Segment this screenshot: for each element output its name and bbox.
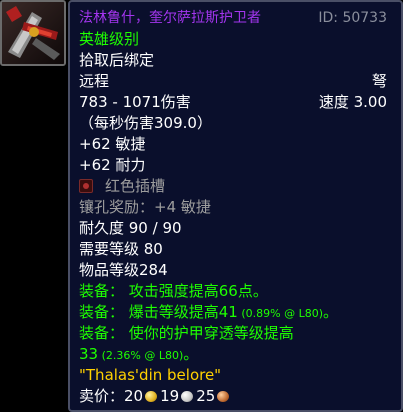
copper-coin-icon	[217, 391, 230, 402]
item-quality: 英雄级别	[79, 30, 140, 48]
sell-gold: 20	[124, 387, 144, 405]
equip-effect-3: 装备： 使你的护甲穿透等级提高	[79, 324, 294, 342]
socket-row: 红色插槽	[79, 176, 393, 197]
equip-effect-3-cont: 33 (2.36% @ L80)。	[79, 344, 393, 365]
stat-stamina: +62 耐力	[79, 156, 146, 174]
equip-effect-1: 装备： 攻击强度提高66点。	[79, 282, 268, 300]
item-dps: （每秒伤害309.0）	[79, 114, 212, 132]
equip-effect-3-pct: (2.36% @ L80)	[98, 349, 184, 362]
durability: 耐久度 90 / 90	[79, 219, 182, 237]
item-level: 物品等级284	[79, 261, 168, 279]
equip-effect-3-end: 。	[183, 345, 199, 363]
sell-copper: 25	[196, 387, 216, 405]
damage-row: 783 - 1071伤害 速度 3.00	[79, 92, 393, 113]
item-title-row: 法林鲁什，奎尔萨拉斯护卫者 ID: 50733	[79, 8, 393, 29]
required-level: 需要等级 80	[79, 240, 163, 258]
equip-effect-2-end: 。	[323, 303, 339, 321]
item-damage: 783 - 1071伤害	[79, 93, 191, 111]
item-tooltip: 法林鲁什，奎尔萨拉斯护卫者 ID: 50733 英雄级别 拾取后绑定 远程 弩 …	[68, 0, 403, 412]
item-tooltip-screen: 法林鲁什，奎尔萨拉斯护卫者 ID: 50733 英雄级别 拾取后绑定 远程 弩 …	[0, 0, 403, 412]
sell-label: 卖价：	[79, 387, 125, 405]
equip-effect-2-pct: (0.89% @ L80)	[237, 307, 324, 320]
socket-bonus: 镶孔奖励：+4 敏捷	[79, 198, 211, 216]
equip-effect-2-text: 装备： 爆击等级提高41	[79, 303, 238, 321]
gold-coin-icon	[145, 391, 158, 402]
item-slot: 远程	[79, 72, 110, 90]
equip-effect-3-value: 33	[79, 345, 99, 363]
item-speed: 速度 3.00	[318, 93, 387, 111]
silver-coin-icon	[181, 391, 194, 402]
equip-effect-2: 装备： 爆击等级提高41 (0.89% @ L80)。	[79, 302, 393, 323]
bind-type: 拾取后绑定	[79, 51, 155, 69]
item-type: 弩	[371, 72, 387, 90]
slot-row: 远程 弩	[79, 71, 393, 92]
crossbow-item-icon[interactable]	[0, 0, 66, 66]
socket-label: 红色插槽	[105, 177, 166, 195]
flavor-text: "Thalas'din belore"	[79, 366, 222, 384]
item-name[interactable]: 法林鲁什，奎尔萨拉斯护卫者	[79, 10, 261, 26]
red-socket-icon	[79, 179, 93, 193]
item-id: ID: 50733	[318, 10, 387, 26]
sell-silver: 19	[160, 387, 180, 405]
sell-price-row: 卖价：20 19 25	[79, 386, 393, 407]
stat-agility: +62 敏捷	[79, 135, 146, 153]
